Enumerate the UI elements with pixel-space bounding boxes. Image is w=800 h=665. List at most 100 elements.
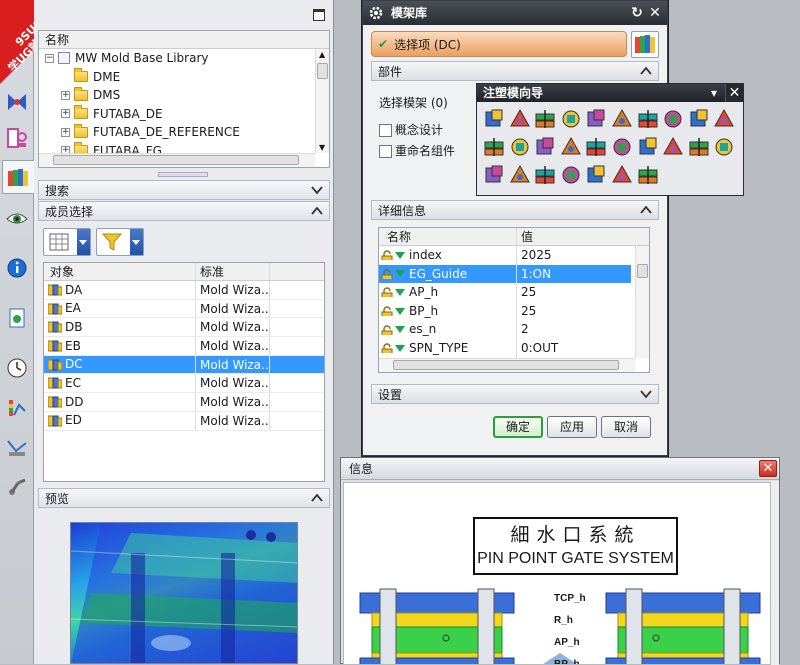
column-header-standard[interactable]: 标准	[196, 263, 270, 280]
gear-icon[interactable]	[368, 5, 384, 21]
hole-table-icon[interactable]	[534, 164, 560, 192]
info-vertical-scrollbar[interactable]	[771, 481, 779, 665]
part-navigator-icon[interactable]	[5, 126, 29, 150]
attribute-row[interactable]: index 2025	[379, 246, 649, 265]
lock-icon[interactable]	[381, 306, 393, 317]
chevron-up-icon[interactable]	[639, 203, 653, 217]
expand-icon[interactable]: +	[61, 146, 70, 153]
mold-base-icon[interactable]	[637, 108, 663, 136]
trim-icon[interactable]	[637, 136, 663, 164]
document-role-icon[interactable]	[5, 306, 29, 330]
dialog-titlebar[interactable]: 模架库 ↻ ✕	[363, 1, 667, 25]
mold-csys-icon[interactable]	[509, 108, 535, 136]
lock-icon[interactable]	[381, 343, 393, 354]
expand-triangle-icon[interactable]	[395, 326, 405, 334]
attribute-value[interactable]: 1:ON	[517, 264, 631, 284]
ejector-trim-icon[interactable]	[713, 108, 739, 136]
member-row[interactable]: DA Mold Wiza...	[44, 281, 324, 300]
attribute-value[interactable]: 0:OUT	[517, 339, 631, 358]
robot-arm-icon[interactable]	[5, 474, 29, 498]
attribute-value[interactable]: 25	[517, 302, 631, 321]
close-icon[interactable]: ✕	[725, 84, 743, 102]
rename-component-checkbox[interactable]	[379, 145, 392, 158]
expand-icon[interactable]: +	[61, 127, 70, 137]
document-icon[interactable]	[637, 164, 663, 192]
overflow-icon[interactable]	[509, 164, 535, 192]
selection-status-bar[interactable]: ✔ 选择项 (DC)	[371, 31, 627, 57]
tree-item[interactable]: + FUTABA_FG	[39, 142, 329, 153]
details-horizontal-scrollbar[interactable]	[379, 358, 635, 372]
expand-triangle-icon[interactable]	[395, 307, 405, 315]
toolbar-titlebar[interactable]: 注塑模向导 ▾ ✕	[477, 84, 743, 102]
ejector-pin-icon[interactable]	[688, 108, 714, 136]
lock-icon[interactable]	[381, 269, 393, 279]
gate-icon[interactable]	[534, 136, 560, 164]
column-header-value[interactable]: 值	[517, 228, 631, 245]
runner-icon[interactable]	[560, 136, 586, 164]
rename-component-checkbox-row[interactable]: 重命名组件	[379, 142, 455, 159]
view-type-dropdown[interactable]	[43, 228, 91, 256]
pocket-icon[interactable]	[662, 136, 688, 164]
expand-triangle-icon[interactable]	[395, 270, 405, 278]
workpiece-icon[interactable]	[560, 108, 586, 136]
member-row[interactable]: ED Mold Wiza...	[44, 411, 324, 431]
measure-tool-icon[interactable]	[5, 436, 29, 460]
lock-icon[interactable]	[381, 325, 393, 335]
electrode-icon[interactable]	[611, 136, 637, 164]
chevron-up-icon[interactable]	[310, 491, 324, 505]
splitter-handle[interactable]	[158, 172, 208, 177]
chevron-down-icon[interactable]	[130, 229, 143, 255]
chevron-down-icon[interactable]	[77, 229, 90, 255]
attribute-row[interactable]: es_n 2	[379, 320, 649, 339]
chevron-down-icon[interactable]	[639, 387, 653, 401]
attribute-row[interactable]: BP_h 25	[379, 301, 649, 321]
member-row[interactable]: DB Mold Wiza...	[44, 318, 324, 338]
settings-section-header[interactable]: 设置	[371, 384, 659, 404]
member-row[interactable]: EB Mold Wiza...	[44, 337, 324, 356]
constraint-navigator-icon[interactable]	[5, 90, 29, 114]
lock-icon[interactable]	[381, 287, 393, 298]
tree-item[interactable]: DME	[39, 68, 329, 87]
tree-item[interactable]: + FUTABA_DE	[39, 105, 329, 124]
parting-icon[interactable]	[611, 108, 637, 136]
concept-design-checkbox-row[interactable]: 概念设计	[379, 121, 443, 138]
attribute-value[interactable]: 25	[517, 283, 631, 302]
casting-process-icon[interactable]	[483, 164, 509, 192]
details-table[interactable]: 名称 值 index 2025 EG_Guide 1:ON AP_h 25 BP_h 25 es…	[378, 227, 650, 373]
concept-design-checkbox[interactable]	[379, 124, 392, 137]
subinsert-icon[interactable]	[509, 136, 535, 164]
scroll-down-arrow-icon[interactable]: ▼	[319, 143, 325, 152]
bom-icon[interactable]	[688, 136, 714, 164]
reuse-library-button[interactable]	[631, 31, 659, 58]
apply-button[interactable]: 应用	[547, 416, 597, 438]
member-table[interactable]: 对象 标准 DA Mold Wiza... EA Mold Wiza... DB Mold…	[43, 262, 325, 482]
expand-icon[interactable]: +	[61, 90, 70, 100]
tree-vscroll-thumb[interactable]	[317, 63, 328, 79]
member-row[interactable]: DD Mold Wiza...	[44, 393, 324, 412]
details-section-header[interactable]: 详细信息	[371, 200, 659, 220]
filter-dropdown[interactable]	[96, 228, 144, 256]
column-header-object[interactable]: 对象	[44, 263, 196, 280]
info-titlebar[interactable]: 信息 ✕	[341, 458, 779, 480]
scroll-up-arrow-icon[interactable]: ▲	[319, 50, 325, 59]
attribute-value[interactable]: 2025	[517, 246, 631, 265]
column-header-name[interactable]: 名称	[379, 228, 517, 245]
tree-item[interactable]: + FUTABA_DE_REFERENCE	[39, 123, 329, 142]
details-hscroll-thumb[interactable]	[393, 360, 619, 370]
preview-section-header[interactable]: 预览	[38, 488, 330, 508]
drawing-icon[interactable]	[713, 136, 739, 164]
chevron-down-icon[interactable]	[310, 183, 324, 197]
close-icon[interactable]: ✕	[759, 460, 777, 477]
reuse-library-icon[interactable]	[2, 160, 34, 194]
search-section-header[interactable]: 搜索	[38, 180, 330, 200]
tree-horizontal-scrollbar[interactable]	[39, 153, 315, 167]
attribute-row[interactable]: EG_Guide 1:ON	[379, 264, 649, 284]
member-row[interactable]: DC Mold Wiza...	[44, 355, 324, 375]
analysis-icon[interactable]	[5, 396, 29, 420]
restore-panel-button[interactable]	[313, 9, 325, 21]
expand-triangle-icon[interactable]	[395, 251, 405, 259]
delete-files-icon[interactable]	[611, 164, 637, 192]
cavity-layout-icon[interactable]	[585, 108, 611, 136]
collapse-icon[interactable]: −	[45, 53, 54, 63]
member-row[interactable]: EC Mold Wiza...	[44, 374, 324, 394]
